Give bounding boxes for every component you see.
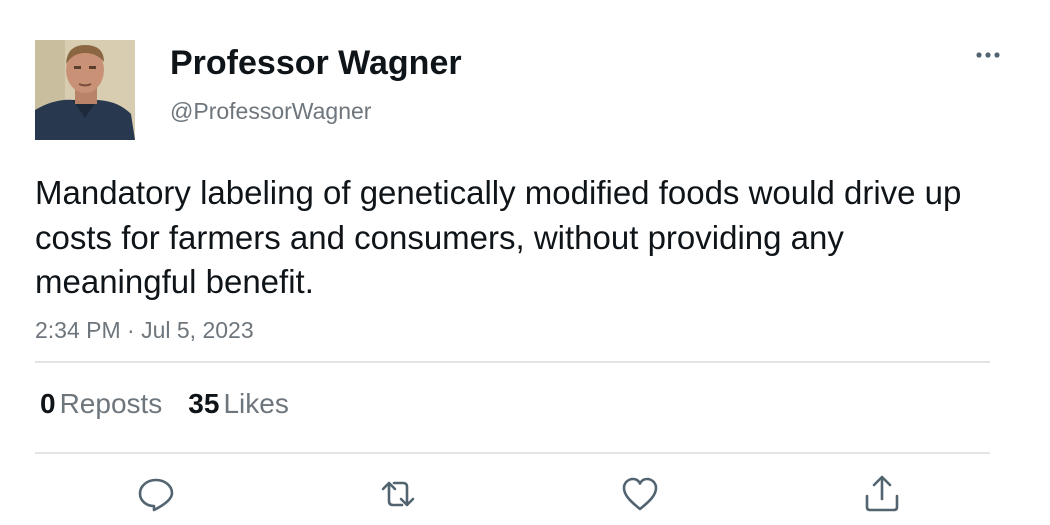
reposts-count: 0 <box>40 388 56 419</box>
divider <box>35 361 990 363</box>
more-horizontal-icon <box>976 52 1000 58</box>
divider <box>35 452 990 454</box>
avatar-image <box>35 40 135 140</box>
repost-button[interactable] <box>378 474 418 514</box>
reposts-label: Reposts <box>59 388 163 419</box>
likes-stat[interactable]: 35 Likes <box>188 386 289 422</box>
tweet-card: Professor Wagner @ProfessorWagner Mandat… <box>0 0 1050 525</box>
repost-icon <box>381 481 415 507</box>
like-button[interactable] <box>620 474 660 514</box>
tweet-text: Mandatory labeling of genetically modifi… <box>35 174 962 300</box>
share-icon <box>865 475 899 512</box>
reply-icon <box>138 478 174 512</box>
reply-button[interactable] <box>136 474 176 514</box>
author-name[interactable]: Professor Wagner <box>170 42 462 84</box>
avatar[interactable] <box>35 40 135 140</box>
author-handle[interactable]: @ProfessorWagner <box>170 96 371 126</box>
likes-label: Likes <box>223 388 289 419</box>
more-options-button[interactable] <box>970 40 1006 70</box>
heart-icon <box>622 477 658 511</box>
reposts-stat[interactable]: 0 Reposts <box>40 386 162 422</box>
likes-count: 35 <box>188 388 220 419</box>
share-button[interactable] <box>862 474 902 514</box>
engagement-stats: 0 Reposts 35 Likes <box>40 386 315 422</box>
tweet-timestamp[interactable]: 2:34 PM · Jul 5, 2023 <box>35 314 254 346</box>
